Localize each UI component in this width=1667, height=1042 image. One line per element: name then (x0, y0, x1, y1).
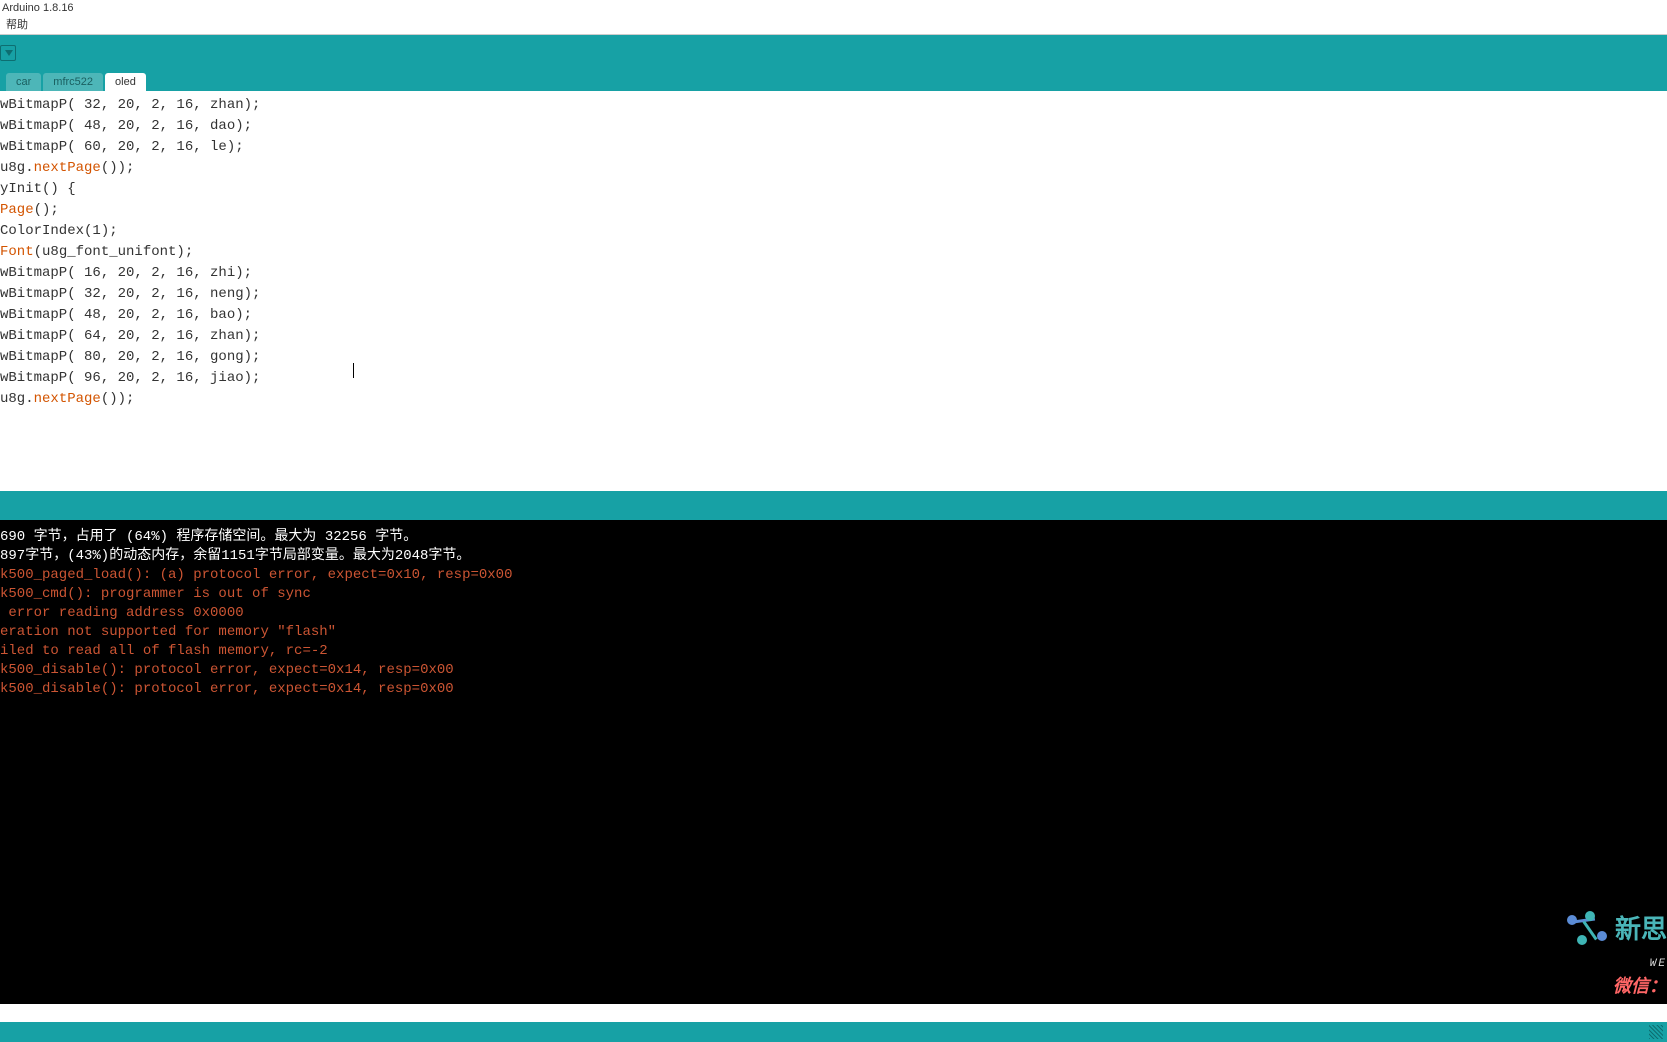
toolbar (0, 35, 1667, 71)
code-line: wBitmapP( 32, 20, 2, 16, neng); (0, 284, 1667, 305)
status-divider (0, 491, 1667, 520)
code-line: wBitmapP( 32, 20, 2, 16, zhan); (0, 95, 1667, 116)
code-line: wBitmapP( 48, 20, 2, 16, bao); (0, 305, 1667, 326)
bottom-status-bar (0, 1022, 1667, 1042)
code-line: wBitmapP( 48, 20, 2, 16, dao); (0, 116, 1667, 137)
watermark: 新思 (1565, 909, 1667, 954)
code-line: u8g.nextPage()); (0, 389, 1667, 410)
watermark-subtitle: WE (1650, 955, 1667, 974)
tab-oled[interactable]: oled (105, 73, 146, 91)
console-line: 897字节，(43%)的动态内存，余留1151字节局部变量。最大为2048字节。 (0, 547, 1667, 566)
code-line: wBitmapP( 64, 20, 2, 16, zhan); (0, 326, 1667, 347)
window-title: Arduino 1.8.16 (2, 2, 74, 14)
resize-grip-icon[interactable] (1649, 1025, 1663, 1039)
code-line: wBitmapP( 60, 20, 2, 16, le); (0, 137, 1667, 158)
console-error-line: k500_disable(): protocol error, expect=0… (0, 661, 1667, 680)
tab-bar: car mfrc522 oled (0, 71, 1667, 91)
watermark-wechat: 微信： (1613, 979, 1667, 998)
watermark-logo-icon (1565, 909, 1610, 954)
console-error-line: eration not supported for memory "flash" (0, 623, 1667, 642)
code-line: ColorIndex(1); (0, 221, 1667, 242)
console-error-line: error reading address 0x0000 (0, 604, 1667, 623)
console-error-line: k500_cmd(): programmer is out of sync (0, 585, 1667, 604)
code-line: yInit() { (0, 179, 1667, 200)
menu-help[interactable]: 帮助 (6, 19, 28, 31)
console-error-line: k500_disable(): protocol error, expect=0… (0, 680, 1667, 699)
code-editor[interactable]: wBitmapP( 32, 20, 2, 16, zhan); wBitmapP… (0, 91, 1667, 491)
text-cursor (353, 363, 354, 378)
code-line: wBitmapP( 16, 20, 2, 16, zhi); (0, 263, 1667, 284)
console-line: 690 字节，占用了 (64%) 程序存储空间。最大为 32256 字节。 (0, 528, 1667, 547)
title-bar: Arduino 1.8.16 (0, 0, 1667, 17)
watermark-brand: 新思 (1615, 922, 1667, 941)
menu-bar[interactable]: 帮助 (0, 17, 1667, 35)
code-line: Font(u8g_font_unifont); (0, 242, 1667, 263)
tab-mfrc522[interactable]: mfrc522 (43, 73, 103, 91)
toolbar-dropdown-button[interactable] (0, 45, 16, 61)
tab-car[interactable]: car (6, 73, 41, 91)
code-line: u8g.nextPage()); (0, 158, 1667, 179)
console-error-line: iled to read all of flash memory, rc=-2 (0, 642, 1667, 661)
console-error-line: k500_paged_load(): (a) protocol error, e… (0, 566, 1667, 585)
chevron-down-icon (5, 50, 13, 56)
console-output[interactable]: 690 字节，占用了 (64%) 程序存储空间。最大为 32256 字节。 89… (0, 520, 1667, 1004)
code-line: wBitmapP( 96, 20, 2, 16, jiao); (0, 368, 1667, 389)
code-line: Page(); (0, 200, 1667, 221)
code-line: wBitmapP( 80, 20, 2, 16, gong); (0, 347, 1667, 368)
